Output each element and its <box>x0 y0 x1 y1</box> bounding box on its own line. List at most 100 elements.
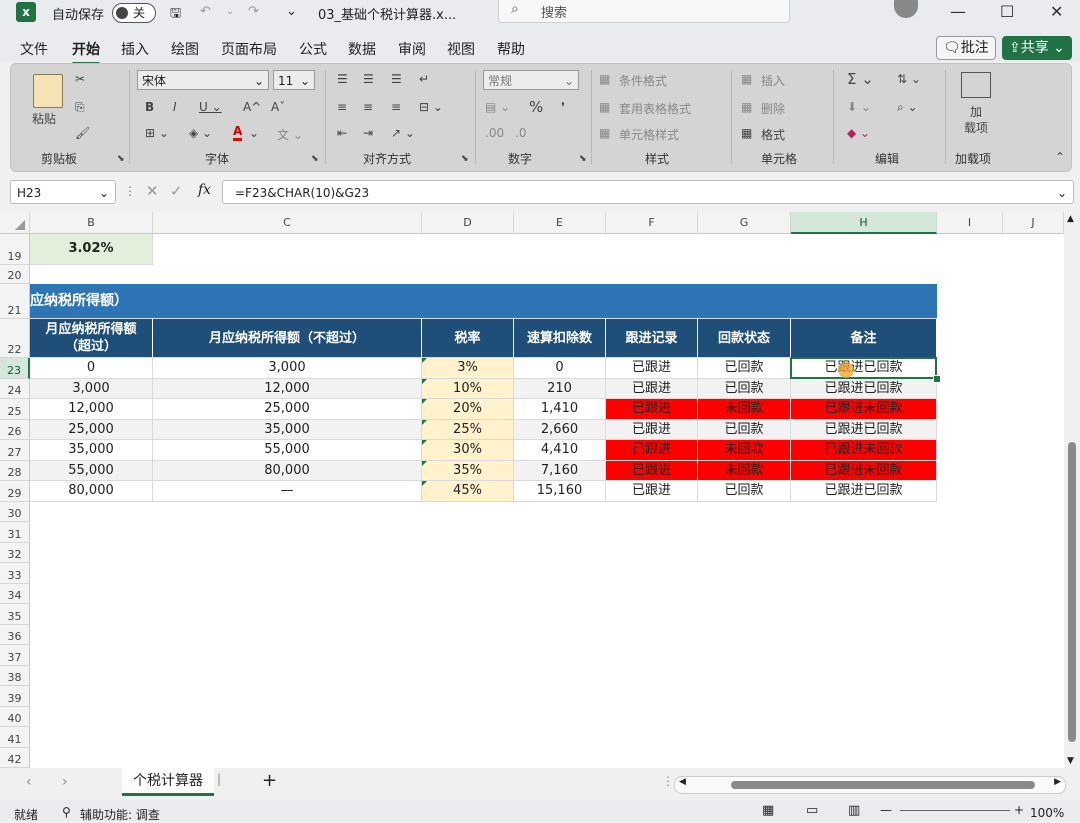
scroll-right-icon[interactable]: ▶ <box>1054 777 1061 787</box>
cell-deduction[interactable]: 4,410 <box>514 440 606 461</box>
decrease-indent-icon[interactable]: ⇤ <box>337 126 347 140</box>
insert-cells-icon[interactable]: ▦ <box>741 72 752 86</box>
cell-over[interactable]: 80,000 <box>30 481 153 502</box>
sheet-tab-active[interactable]: 个税计算器 <box>122 768 214 796</box>
row-header[interactable]: 35 <box>0 604 30 625</box>
orientation-icon[interactable]: ↗ ⌄ <box>391 126 415 140</box>
tab-insert[interactable]: 插入 <box>121 39 149 59</box>
row-header[interactable]: 34 <box>0 584 30 604</box>
font-color-icon[interactable]: A <box>233 124 243 141</box>
cell-follow-up[interactable]: 已跟进 <box>606 399 698 420</box>
row-header[interactable]: 20 <box>0 265 30 284</box>
cell-over[interactable]: 35,000 <box>30 440 153 461</box>
borders-icon[interactable]: ⊞ ⌄ <box>145 126 169 140</box>
row-header[interactable]: 33 <box>0 563 30 584</box>
cell-deduction[interactable]: 1,410 <box>514 399 606 420</box>
cell-b19[interactable]: 3.02% <box>30 234 153 265</box>
cell-follow-up[interactable]: 已跟进 <box>606 420 698 440</box>
zoom-slider[interactable] <box>900 810 1010 811</box>
save-icon[interactable]: 🖫 <box>170 4 181 26</box>
cell-follow-up[interactable]: 已跟进 <box>606 440 698 461</box>
header-deduction[interactable]: 速算扣除数 <box>514 319 606 358</box>
number-format-select[interactable]: 常规 ⌄ <box>483 70 579 90</box>
worksheet-grid[interactable]: B C D E F G H I J 19 20 21 22 23 24 25 2… <box>0 212 1064 768</box>
minimize-icon[interactable]: — <box>950 2 966 21</box>
zoom-in-icon[interactable]: + <box>1014 803 1024 817</box>
zoom-level[interactable]: 100% <box>1030 806 1064 820</box>
cell-notes[interactable]: 已跟进已回款 <box>791 481 937 502</box>
find-icon[interactable]: ⌕ ⌄ <box>897 100 918 115</box>
copy-icon[interactable]: ⎘ <box>75 100 85 115</box>
insert-cells-button[interactable]: 插入 <box>761 72 785 89</box>
insert-function-icon[interactable]: fx <box>198 182 211 198</box>
conditional-format-icon[interactable]: ▦ <box>599 72 610 86</box>
row-header[interactable]: 40 <box>0 707 30 727</box>
restore-icon[interactable]: ☐ <box>1000 2 1014 21</box>
cell-follow-up[interactable]: 已跟进 <box>606 379 698 399</box>
align-right-icon[interactable]: ≡ <box>391 100 401 114</box>
column-header-b[interactable]: B <box>30 212 153 234</box>
column-header-h[interactable]: H <box>791 212 937 234</box>
accessibility-status[interactable]: 辅助功能: 调查 <box>80 806 160 823</box>
row-header[interactable]: 31 <box>0 522 30 543</box>
tab-home[interactable]: 开始 <box>72 39 100 65</box>
cell-notes[interactable]: 已跟进未回款 <box>791 440 937 461</box>
tab-help[interactable]: 帮助 <box>497 39 525 59</box>
cell-over[interactable]: 3,000 <box>30 379 153 399</box>
tab-data[interactable]: 数据 <box>348 39 376 59</box>
zoom-out-icon[interactable]: — <box>880 803 892 817</box>
cell-notes[interactable]: 已跟进未回款 <box>791 461 937 481</box>
fill-handle[interactable] <box>933 375 941 383</box>
format-cells-icon[interactable]: ▦ <box>741 126 752 140</box>
cell-over[interactable]: 55,000 <box>30 461 153 481</box>
normal-view-icon[interactable]: ▦ <box>762 803 774 818</box>
cell-payment-status[interactable]: 未回款 <box>698 461 791 481</box>
page-break-view-icon[interactable]: ▥ <box>848 803 860 818</box>
tab-draw[interactable]: 绘图 <box>171 39 199 59</box>
cell-deduction[interactable]: 7,160 <box>514 461 606 481</box>
select-all-corner[interactable] <box>0 212 30 234</box>
cut-icon[interactable]: ✂ <box>75 72 85 86</box>
bold-icon[interactable]: B <box>145 100 154 114</box>
header-follow-up[interactable]: 跟进记录 <box>606 319 698 358</box>
cell-rate[interactable]: 45% <box>422 481 514 502</box>
wrap-text-icon[interactable]: ↵ <box>419 72 429 86</box>
horizontal-scroll-thumb[interactable] <box>731 781 1035 789</box>
addins-button[interactable]: 加 载项 <box>964 104 988 136</box>
paste-label[interactable]: 粘贴 <box>32 110 56 127</box>
cell-not-over[interactable]: 35,000 <box>153 420 422 440</box>
tab-review[interactable]: 审阅 <box>398 39 426 59</box>
row-header[interactable]: 27 <box>0 440 30 461</box>
underline-icon[interactable]: U ⌄ <box>199 100 222 114</box>
header-payment-status[interactable]: 回款状态 <box>698 319 791 358</box>
undo-icon[interactable]: ↶ <box>200 4 211 19</box>
cell-not-over[interactable]: 25,000 <box>153 399 422 420</box>
tab-file[interactable]: 文件 <box>20 39 48 59</box>
cell-rate[interactable]: 10% <box>422 379 514 399</box>
row-header[interactable]: 28 <box>0 461 30 481</box>
row-header[interactable]: 26 <box>0 420 30 440</box>
chevron-down-icon[interactable]: ⌄ <box>249 126 259 140</box>
cell-rate[interactable]: 25% <box>422 420 514 440</box>
cell-payment-status[interactable]: 已回款 <box>698 358 791 379</box>
cell-styles-icon[interactable]: ▦ <box>599 126 610 140</box>
format-table-icon[interactable]: ▦ <box>599 100 610 114</box>
autosave-toggle[interactable]: 关 <box>112 3 156 23</box>
cell-not-over[interactable]: 55,000 <box>153 440 422 461</box>
cell-follow-up[interactable]: 已跟进 <box>606 461 698 481</box>
accessibility-icon[interactable]: ⚲ <box>62 805 71 819</box>
align-center-icon[interactable]: ≡ <box>363 100 373 114</box>
cell-not-over[interactable]: 12,000 <box>153 379 422 399</box>
align-left-icon[interactable]: ≡ <box>337 100 347 114</box>
row-header[interactable]: 32 <box>0 543 30 563</box>
phonetic-icon[interactable]: 文 ⌄ <box>277 126 303 143</box>
prev-sheet-icon[interactable]: ‹ <box>26 774 32 790</box>
cell-rate[interactable]: 30% <box>422 440 514 461</box>
cell-deduction[interactable]: 2,660 <box>514 420 606 440</box>
autosum-icon[interactable]: Σ ⌄ <box>847 70 874 88</box>
header-over[interactable]: 月应纳税所得额（超过） <box>30 319 153 358</box>
undo-dropdown-icon[interactable]: ⌄ <box>226 6 234 17</box>
column-header-c[interactable]: C <box>153 212 422 234</box>
cell-styles-button[interactable]: 单元格样式 <box>619 126 679 143</box>
name-box[interactable]: H23 ⌄ <box>10 180 116 204</box>
